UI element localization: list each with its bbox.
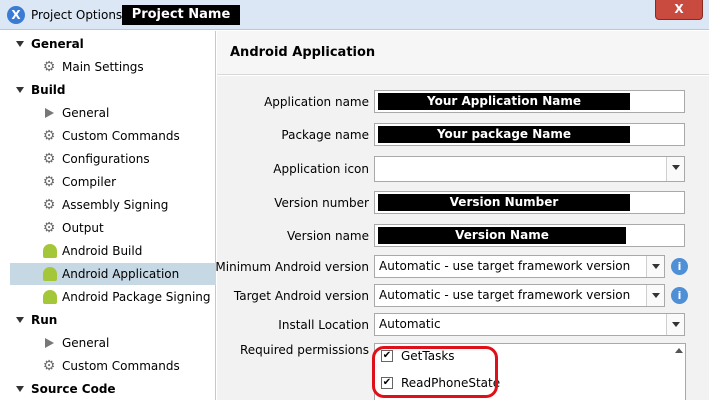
- tree-item-compiler[interactable]: ⚙ Compiler: [10, 171, 216, 193]
- android-icon: [43, 244, 57, 258]
- tree-section-source-code[interactable]: Source Code: [16, 378, 216, 400]
- window-title: Project Options -: [31, 8, 131, 22]
- expand-triangle-icon: [16, 41, 24, 47]
- tree-item-custom-commands[interactable]: ⚙ Custom Commands: [10, 125, 216, 147]
- tree-item-run-custom-commands[interactable]: ⚙ Custom Commands: [10, 355, 216, 377]
- version-number-label: Version number: [274, 196, 369, 210]
- version-name-value: Version Name: [378, 227, 626, 244]
- options-tree: General ⚙ Main Settings Build General ⚙ …: [0, 31, 216, 400]
- tree-item-assembly-signing[interactable]: ⚙ Assembly Signing: [10, 194, 216, 216]
- play-icon: [45, 108, 54, 118]
- gear-icon: ⚙: [42, 128, 56, 144]
- gear-icon: ⚙: [42, 197, 56, 213]
- tree-section-run[interactable]: Run: [16, 309, 216, 331]
- install-location-select[interactable]: Automatic: [374, 313, 685, 336]
- tree-item-android-package-signing[interactable]: Android Package Signing: [10, 286, 216, 308]
- version-number-field[interactable]: Version Number: [374, 191, 685, 214]
- title-bar: X Project Options - Project Name X: [0, 0, 709, 30]
- application-icon-select[interactable]: [374, 156, 685, 182]
- expand-triangle-icon: [16, 87, 24, 93]
- scroll-up-icon[interactable]: [675, 348, 683, 353]
- version-name-label: Version name: [287, 229, 369, 243]
- tree-item-main-settings[interactable]: ⚙ Main Settings: [10, 56, 216, 78]
- project-name-redacted: Project Name: [122, 5, 240, 25]
- close-icon: X: [674, 2, 684, 16]
- application-name-value: Your Application Name: [378, 93, 630, 110]
- tree-section-build[interactable]: Build: [16, 79, 216, 101]
- tree-item-android-application[interactable]: Android Application: [10, 263, 216, 285]
- install-location-label: Install Location: [278, 318, 369, 332]
- android-icon: [43, 290, 57, 304]
- gear-icon: ⚙: [42, 220, 56, 236]
- package-name-value: Your package Name: [378, 126, 630, 143]
- version-number-value: Version Number: [378, 194, 630, 211]
- dropdown-arrow-icon[interactable]: [646, 285, 664, 306]
- package-name-label: Package name: [281, 128, 369, 142]
- version-name-field[interactable]: Version Name: [374, 224, 685, 247]
- target-android-select[interactable]: Automatic - use target framework version: [374, 284, 665, 307]
- expand-triangle-icon: [16, 317, 24, 323]
- pane-header: Android Application: [217, 31, 709, 75]
- dropdown-arrow-icon[interactable]: [646, 256, 664, 277]
- android-icon: [43, 267, 57, 281]
- tree-item-android-build[interactable]: Android Build: [10, 240, 216, 262]
- permissions-label: Required permissions: [239, 343, 369, 357]
- highlight-annotation: [372, 346, 498, 398]
- min-android-select[interactable]: Automatic - use target framework version: [374, 255, 665, 278]
- tree-item-configurations[interactable]: ⚙ Configurations: [10, 148, 216, 170]
- tree-item-output[interactable]: ⚙ Output: [10, 217, 216, 239]
- info-icon[interactable]: i: [671, 258, 688, 275]
- play-icon: [45, 338, 54, 348]
- pane-title: Android Application: [230, 45, 376, 60]
- application-name-field[interactable]: Your Application Name: [374, 90, 685, 113]
- tree-item-build-general[interactable]: General: [10, 102, 216, 124]
- min-android-label: Minimum Android version: [215, 260, 369, 274]
- gear-icon: ⚙: [42, 174, 56, 190]
- dropdown-arrow-icon[interactable]: [666, 157, 684, 181]
- tree-item-run-general[interactable]: General: [10, 332, 216, 354]
- gear-icon: ⚙: [42, 59, 56, 75]
- dropdown-arrow-icon[interactable]: [666, 314, 684, 335]
- gear-icon: ⚙: [42, 151, 56, 167]
- package-name-field[interactable]: Your package Name: [374, 123, 685, 146]
- application-icon-label: Application icon: [273, 162, 369, 176]
- gear-icon: ⚙: [42, 358, 56, 374]
- target-android-label: Target Android version: [233, 289, 369, 303]
- application-name-label: Application name: [264, 95, 369, 109]
- tree-section-general[interactable]: General: [16, 33, 216, 55]
- info-icon[interactable]: i: [671, 287, 688, 304]
- close-button[interactable]: X: [655, 0, 703, 20]
- expand-triangle-icon: [16, 386, 24, 392]
- xamarin-icon: X: [7, 6, 25, 24]
